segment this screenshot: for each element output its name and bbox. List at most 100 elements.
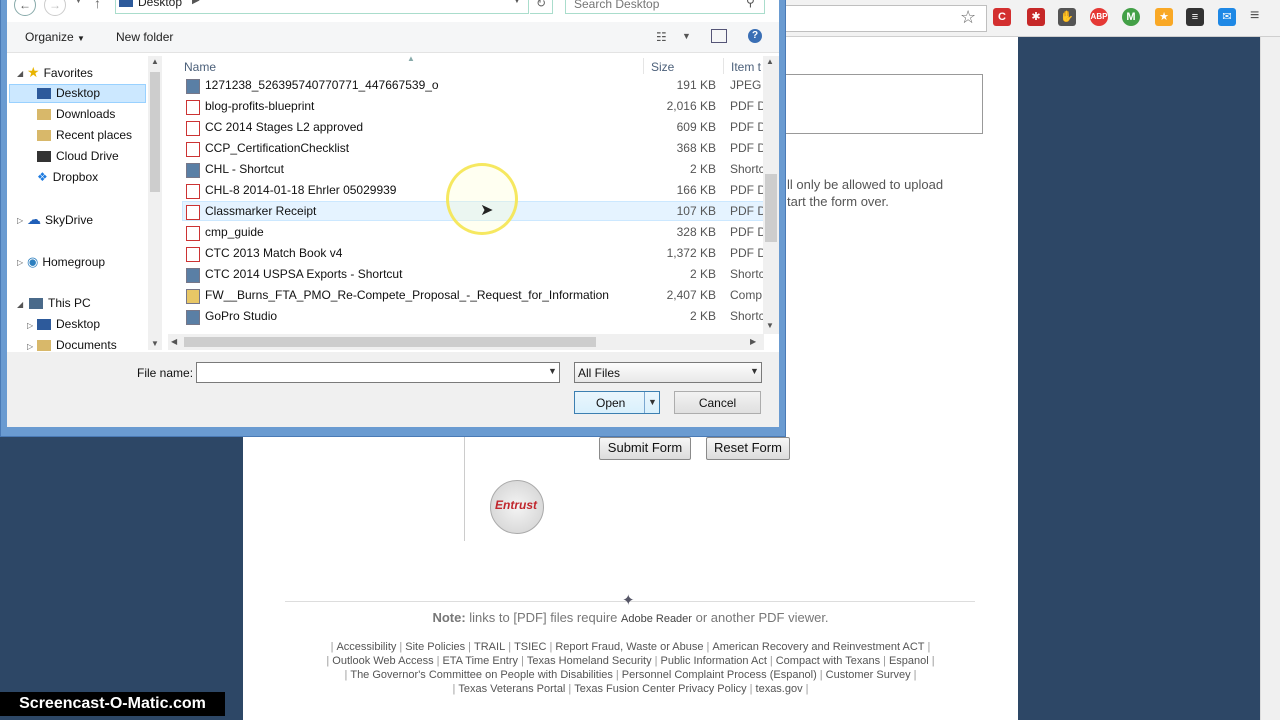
- extension-c-icon[interactable]: C: [993, 8, 1011, 26]
- nav-label: Homegroup: [42, 255, 106, 269]
- footer-link[interactable]: Public Information Act: [660, 655, 766, 667]
- column-divider[interactable]: [723, 58, 724, 74]
- zip-folder-icon: [186, 289, 200, 304]
- file-row[interactable]: FW__Burns_FTA_PMO_Re-Compete_Proposal_-_…: [180, 285, 762, 305]
- path-segment-desktop[interactable]: Desktop: [138, 0, 182, 9]
- nav-item-favorites[interactable]: ★ Favorites: [27, 63, 93, 82]
- file-name-dropdown-icon[interactable]: ▼: [548, 366, 557, 376]
- file-row[interactable]: CTC 2013 Match Book v4 1,372 KB PDF D: [180, 243, 765, 263]
- footer-separator: |: [749, 683, 753, 695]
- expand-homegroup-icon[interactable]: ▷: [17, 258, 23, 267]
- file-size: 166 KB: [676, 183, 716, 197]
- path-dropdown-icon[interactable]: ▼: [512, 0, 522, 6]
- scroll-down-icon[interactable]: ▼: [766, 321, 774, 330]
- chevron-right-icon[interactable]: ▶: [192, 0, 200, 6]
- form-textarea[interactable]: [786, 74, 983, 134]
- nav-item-pc-desktop[interactable]: Desktop: [37, 315, 100, 334]
- organize-button[interactable]: Organize ▼: [25, 30, 85, 44]
- footer-link[interactable]: Site Policies: [405, 641, 465, 653]
- nav-item-recent-places[interactable]: Recent places: [37, 126, 132, 145]
- footer-link[interactable]: Texas Veterans Portal: [458, 683, 565, 695]
- file-row[interactable]: CC 2014 Stages L2 approved 609 KB PDF D: [180, 117, 765, 137]
- open-options-dropdown-icon[interactable]: ▼: [648, 397, 657, 407]
- new-folder-button[interactable]: New folder: [116, 30, 173, 44]
- recent-locations-chevron-icon[interactable]: ▼: [74, 0, 83, 5]
- file-row[interactable]: 1271238_526395740770771_447667539_o 191 K…: [180, 75, 765, 95]
- footer-link[interactable]: Accessibility: [336, 641, 396, 653]
- address-bar[interactable]: [786, 5, 987, 32]
- expand-documents-icon[interactable]: ▷: [27, 342, 33, 351]
- up-arrow-icon[interactable]: ↑: [94, 0, 101, 11]
- extension-m-icon[interactable]: M: [1122, 8, 1140, 26]
- bookmark-star-icon[interactable]: ☆: [960, 7, 976, 28]
- browser-menu-icon[interactable]: ≡: [1250, 7, 1259, 25]
- nav-item-homegroup[interactable]: ◉ Homegroup: [27, 252, 105, 271]
- file-name-input[interactable]: [201, 365, 535, 381]
- column-item-type[interactable]: Item t: [731, 60, 761, 74]
- scroll-left-icon[interactable]: ◀: [171, 337, 177, 346]
- nav-scroll-thumb[interactable]: [150, 72, 160, 192]
- footer-link[interactable]: Report Fraud, Waste or Abuse: [555, 641, 703, 653]
- file-list-vscroll-thumb[interactable]: [765, 174, 777, 242]
- scroll-up-icon[interactable]: ▲: [766, 57, 774, 66]
- nav-item-this-pc[interactable]: This PC: [29, 294, 91, 313]
- file-row[interactable]: CTC 2014 USPSA Exports - Shortcut 2 KB Sho…: [180, 264, 765, 284]
- file-row[interactable]: CCP_CertificationChecklist 368 KB PDF D: [180, 138, 765, 158]
- footer-link[interactable]: Personnel Complaint Process (Espanol): [622, 669, 817, 681]
- expand-this-pc-icon[interactable]: ◢: [17, 300, 23, 309]
- footer-link[interactable]: Texas Homeland Security: [527, 655, 652, 667]
- help-icon[interactable]: ?: [748, 29, 762, 43]
- expand-desktop-icon[interactable]: ▷: [27, 321, 33, 330]
- footer-link[interactable]: Espanol: [889, 655, 929, 667]
- footer-link[interactable]: Compact with Texans: [776, 655, 880, 667]
- buffer-icon[interactable]: ≡: [1186, 8, 1204, 26]
- file-type-dropdown-icon[interactable]: ▼: [750, 366, 759, 376]
- nav-item-desktop[interactable]: Desktop: [37, 84, 100, 103]
- footer-link[interactable]: American Recovery and Reinvestment ACT: [712, 641, 924, 653]
- extension-puzzle-icon[interactable]: ✱: [1027, 8, 1045, 26]
- cloud-drive-icon: [37, 151, 51, 163]
- submit-form-button[interactable]: Submit Form: [599, 437, 691, 460]
- scroll-down-icon[interactable]: ▼: [151, 339, 159, 348]
- footer-link[interactable]: Outlook Web Access: [332, 655, 433, 667]
- scroll-up-icon[interactable]: ▲: [151, 57, 159, 66]
- file-row[interactable]: blog-profits-blueprint 2,016 KB PDF D: [180, 96, 765, 116]
- expand-favorites-icon[interactable]: ◢: [17, 69, 23, 78]
- footer-link[interactable]: TSIEC: [514, 641, 546, 653]
- column-divider[interactable]: [643, 58, 644, 74]
- cancel-button[interactable]: Cancel: [674, 391, 761, 414]
- adobe-reader-link[interactable]: Adobe Reader: [621, 613, 692, 625]
- column-name[interactable]: Name: [184, 60, 216, 74]
- reset-form-button[interactable]: Reset Form: [706, 437, 790, 460]
- preview-pane-icon[interactable]: [711, 29, 727, 43]
- nav-item-dropbox[interactable]: ❖ Dropbox: [37, 168, 98, 187]
- view-options-icon[interactable]: ☷: [656, 30, 667, 44]
- footer-link[interactable]: Customer Survey: [826, 669, 911, 681]
- search-input[interactable]: [572, 0, 746, 12]
- file-name-combobox[interactable]: [196, 362, 560, 383]
- page-scrollbar[interactable]: [1260, 36, 1280, 720]
- file-row[interactable]: GoPro Studio 2 KB Shortc: [180, 306, 765, 326]
- column-size[interactable]: Size: [651, 60, 674, 74]
- search-box[interactable]: [565, 0, 765, 14]
- expand-skydrive-icon[interactable]: ▷: [17, 216, 23, 225]
- scroll-right-icon[interactable]: ▶: [750, 337, 756, 346]
- footer-link[interactable]: texas.gov: [756, 683, 803, 695]
- footer-link[interactable]: The Governor's Committee on People with …: [350, 669, 613, 681]
- search-icon[interactable]: ⚲: [746, 0, 755, 9]
- nav-item-downloads[interactable]: Downloads: [37, 105, 115, 124]
- footer-link[interactable]: TRAIL: [474, 641, 505, 653]
- pdf-file-icon: [186, 205, 200, 220]
- nav-item-cloud-drive[interactable]: Cloud Drive: [37, 147, 119, 166]
- file-type: PDF D: [730, 204, 765, 218]
- adblock-icon[interactable]: ABP: [1090, 8, 1108, 26]
- file-list-hscroll-thumb[interactable]: [184, 337, 596, 347]
- footer-link[interactable]: Texas Fusion Center Privacy Policy: [574, 683, 746, 695]
- refresh-icon[interactable]: ↻: [530, 0, 553, 14]
- footer-link[interactable]: ETA Time Entry: [442, 655, 518, 667]
- view-dropdown-icon[interactable]: ▼: [682, 31, 691, 41]
- extension-tag-icon[interactable]: ★: [1155, 8, 1173, 26]
- extension-hand-icon[interactable]: ✋: [1058, 8, 1076, 26]
- extension-mail-icon[interactable]: ✉: [1218, 8, 1236, 26]
- nav-item-skydrive[interactable]: ☁ SkyDrive: [27, 210, 93, 229]
